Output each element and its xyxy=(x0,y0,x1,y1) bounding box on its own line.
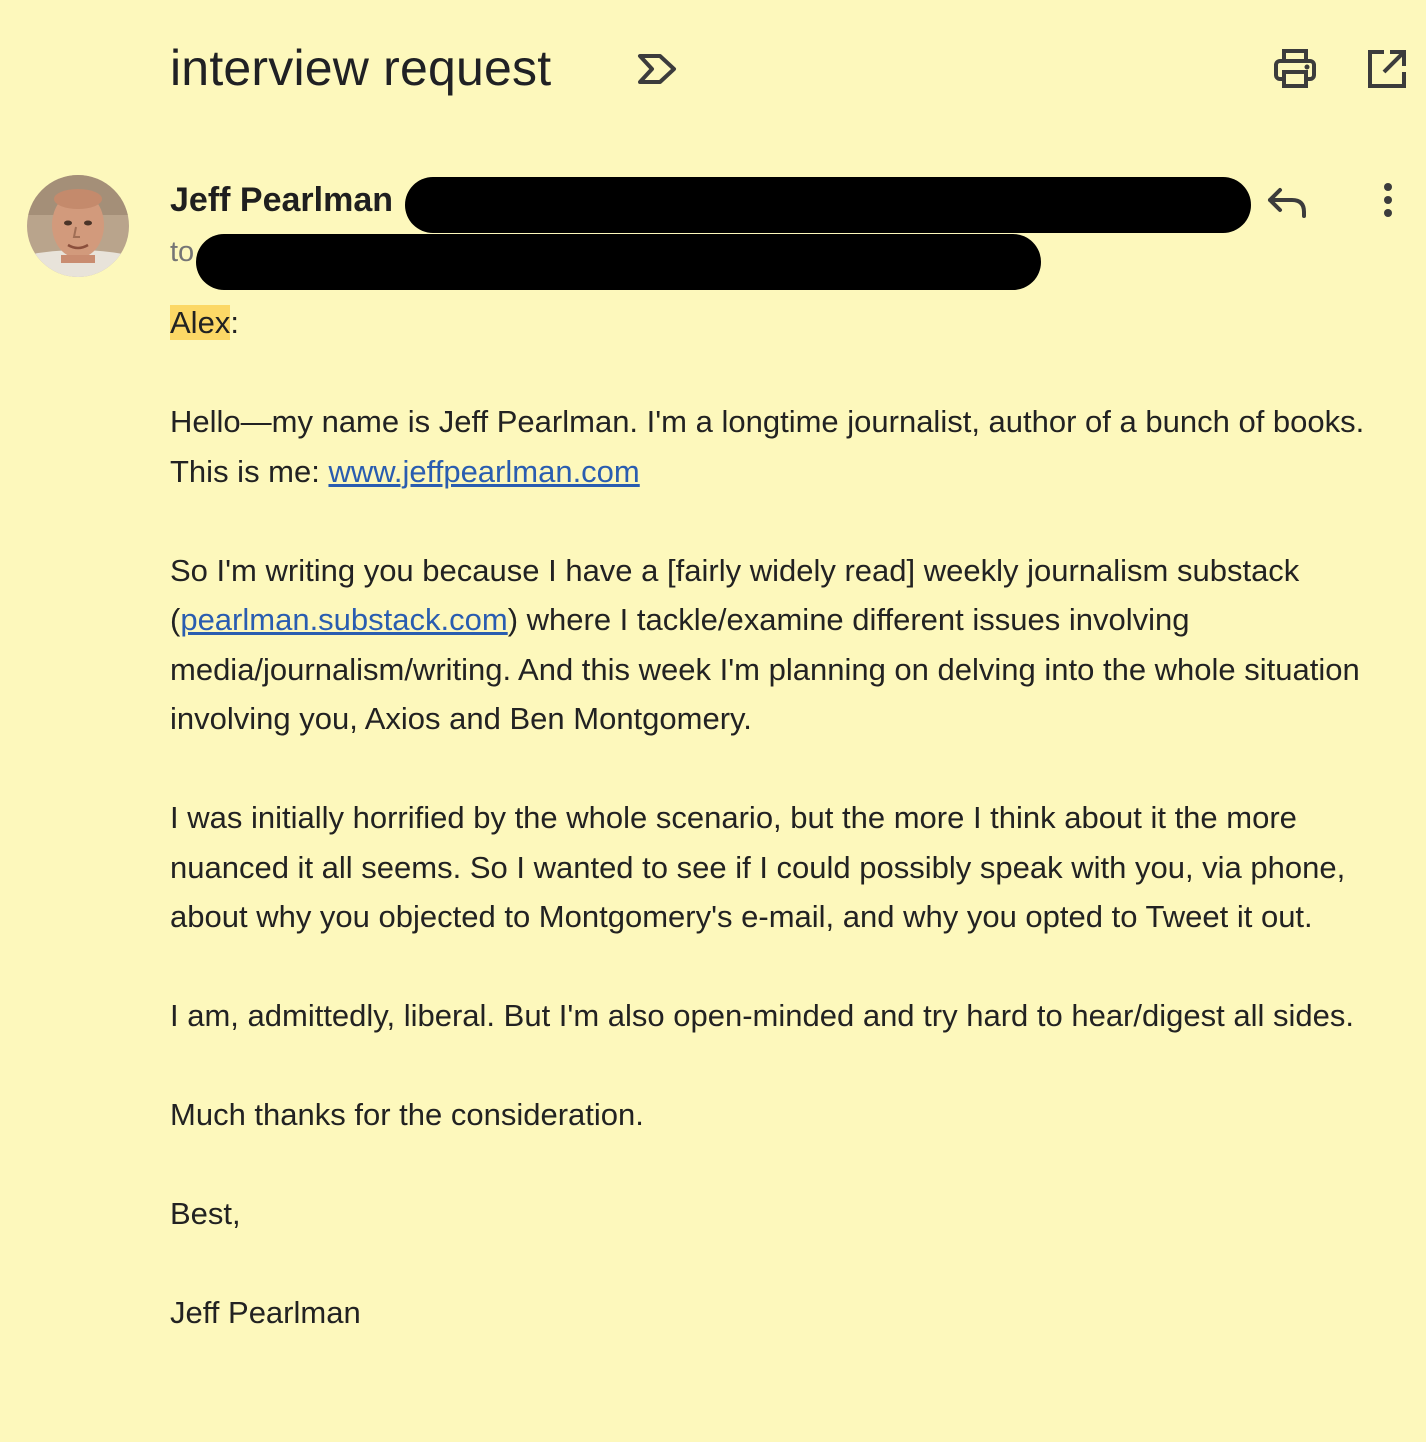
redacted-recipient-address xyxy=(196,234,1041,290)
open-in-new-window-icon[interactable] xyxy=(1364,46,1410,92)
reply-icon[interactable] xyxy=(1264,182,1308,222)
sender-name[interactable]: Jeff Pearlman xyxy=(170,179,393,221)
paragraph-intro: Hello—my name is Jeff Pearlman. I'm a lo… xyxy=(170,397,1414,496)
label-icon[interactable] xyxy=(636,52,680,86)
redacted-sender-address xyxy=(405,177,1251,233)
email-body: Alex: Hello—my name is Jeff Pearlman. I'… xyxy=(170,298,1414,1338)
more-options-icon[interactable] xyxy=(1372,180,1404,222)
paragraph-request: I was initially horrified by the whole s… xyxy=(170,800,1346,934)
recipient-label[interactable]: to xyxy=(170,234,194,270)
paragraph-thanks: Much thanks for the consideration. xyxy=(170,1097,644,1132)
substack-link[interactable]: pearlman.substack.com xyxy=(180,602,507,637)
print-icon[interactable] xyxy=(1272,46,1318,92)
signature: Jeff Pearlman xyxy=(170,1295,361,1330)
avatar-photo xyxy=(27,175,129,277)
website-link[interactable]: www.jeffpearlman.com xyxy=(328,454,639,489)
email-subject: interview request xyxy=(170,40,552,96)
sender-avatar[interactable] xyxy=(27,175,129,277)
greeting-punctuation: : xyxy=(230,305,239,340)
highlighted-name: Alex xyxy=(170,305,231,340)
signoff: Best, xyxy=(170,1196,241,1231)
paragraph-substack: So I'm writing you because I have a [fai… xyxy=(170,546,1414,744)
paragraph-disclosure: I am, admittedly, liberal. But I'm also … xyxy=(170,998,1354,1033)
greeting: Alex: xyxy=(170,298,1414,348)
